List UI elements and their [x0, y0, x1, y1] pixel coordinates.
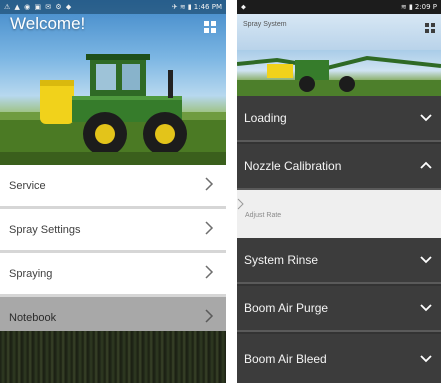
- menu-item-service[interactable]: Service: [0, 165, 226, 209]
- section-label: Nozzle Calibration: [244, 159, 342, 173]
- menu-item-spray-settings[interactable]: Spray Settings: [0, 209, 226, 253]
- chevron-down-icon: [419, 111, 433, 125]
- section-label: System Rinse: [244, 253, 319, 267]
- status-bar: ⬥ ≋ ▮ 2:09 P: [237, 0, 441, 14]
- grid-menu-icon[interactable]: [204, 20, 216, 38]
- tractor-hero-image: Welcome!: [0, 0, 226, 165]
- sprayer-illustration: [237, 55, 441, 96]
- chevron-right-icon: [204, 220, 214, 239]
- section-nozzle-calibration[interactable]: Nozzle Calibration: [237, 144, 441, 190]
- phone-screen-spray-system: ⬥ ≋ ▮ 2:09 P Spray System Loading Nozzle…: [237, 0, 441, 383]
- status-bar: ⚠ ▲ ◉ ▣ ✉ ⚙ ◆ ✈ ≋ ▮ 1:46 PM: [0, 0, 226, 14]
- section-label: Boom Air Bleed: [244, 351, 327, 366]
- chevron-right-icon: [204, 176, 214, 195]
- status-time: 2:09 P: [414, 3, 437, 11]
- home-menu: Service Spray Settings Spraying Notebook: [0, 165, 226, 341]
- sprayer-banner-image: [237, 50, 441, 96]
- title-bar: Spray System: [237, 14, 441, 50]
- phone-screen-home: Welcome! ⚠ ▲ ◉ ▣ ✉ ⚙ ◆ ✈ ≋ ▮ 1:46 PM Ser…: [0, 0, 226, 383]
- section-system-rinse[interactable]: System Rinse: [237, 238, 441, 284]
- chevron-down-icon: [419, 352, 433, 366]
- signal-icons: ✈ ≋ ▮: [171, 3, 192, 11]
- menu-item-label: Service: [9, 179, 46, 192]
- chevron-down-icon: [419, 301, 433, 315]
- section-label: Loading: [244, 111, 287, 125]
- page-title: Spray System: [243, 21, 287, 28]
- menu-item-label: Notebook: [9, 311, 57, 324]
- signal-icons: ≋ ▮: [400, 3, 413, 11]
- subitem-adjust-rate[interactable]: Adjust Rate: [237, 190, 441, 238]
- crop-field-image: [0, 331, 226, 383]
- notification-icons: ⚠ ▲ ◉ ▣ ✉ ⚙ ◆: [4, 3, 73, 11]
- section-boom-air-purge[interactable]: Boom Air Purge: [237, 286, 441, 332]
- menu-item-label: Spray Settings: [9, 223, 81, 236]
- chevron-down-icon: [419, 253, 433, 267]
- chevron-up-icon: [419, 159, 433, 173]
- chevron-right-icon: [204, 308, 214, 327]
- section-label: Boom Air Purge: [244, 301, 329, 315]
- status-time: 1:46 PM: [193, 3, 222, 11]
- section-boom-air-bleed[interactable]: Boom Air Bleed: [237, 334, 441, 383]
- welcome-title: Welcome!: [10, 14, 86, 33]
- subitem-label: Adjust Rate: [245, 212, 282, 219]
- menu-item-label: Spraying: [9, 267, 53, 280]
- chevron-right-icon: [237, 198, 245, 212]
- section-loading[interactable]: Loading: [237, 96, 441, 142]
- menu-item-spraying[interactable]: Spraying: [0, 253, 226, 297]
- chevron-right-icon: [204, 264, 214, 283]
- notification-icons: ⬥: [241, 2, 247, 11]
- grid-menu-icon[interactable]: [425, 20, 435, 38]
